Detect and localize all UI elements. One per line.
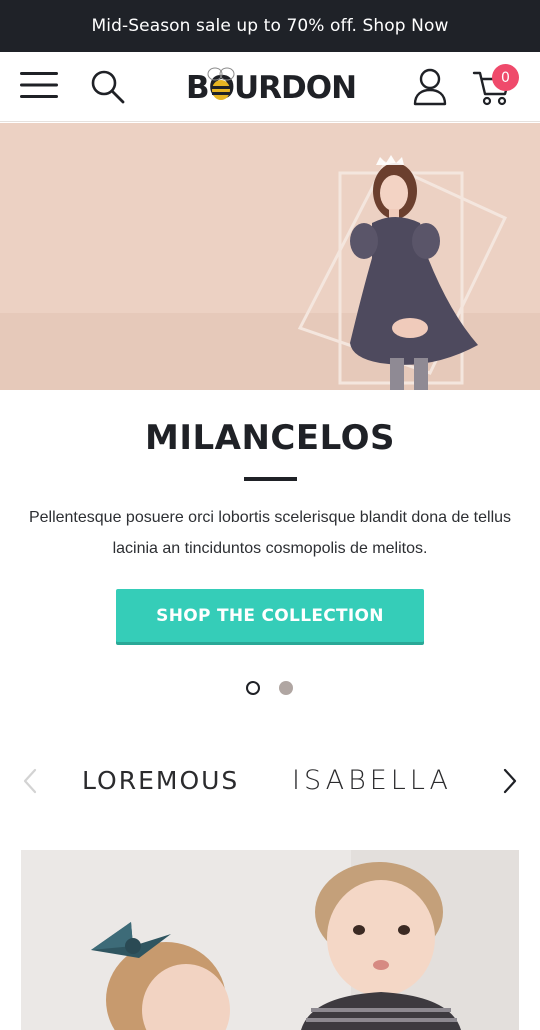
cart-count: 0 — [501, 69, 510, 86]
announcement-text[interactable]: Mid-Season sale up to 70% off. Shop Now — [92, 16, 449, 36]
site-header: BOURDON 0 — [0, 52, 540, 122]
hero-description: Pellentesque posuere orci lobortis scele… — [28, 509, 512, 557]
menu-icon[interactable] — [20, 70, 58, 100]
cart-count-badge: 0 — [492, 64, 519, 91]
shop-collection-button[interactable]: SHOP THE COLLECTION — [116, 589, 424, 642]
hero-banner[interactable] — [0, 123, 540, 390]
chevron-right-icon[interactable] — [500, 767, 520, 795]
account-icon[interactable] — [412, 68, 448, 106]
hero-image — [0, 123, 540, 390]
brand-carousel: LOREMOUS ISABELLA — [0, 752, 540, 808]
promo-image-children[interactable] — [21, 850, 519, 1030]
hero-title: MILANCELOS — [145, 418, 395, 458]
brand-logo-loremous[interactable]: LOREMOUS — [82, 762, 239, 798]
site-logo[interactable]: BOURDON — [186, 66, 357, 110]
children-photo — [21, 850, 519, 1030]
brand-logo-isabella[interactable]: ISABELLA — [292, 762, 452, 798]
announcement-bar[interactable]: Mid-Season sale up to 70% off. Shop Now — [0, 0, 540, 52]
search-icon[interactable] — [90, 69, 126, 105]
title-divider — [244, 477, 297, 481]
slide-dot-2[interactable] — [279, 681, 293, 695]
slide-dot-1[interactable] — [246, 681, 260, 695]
bee-logo-icon — [207, 67, 235, 100]
chevron-left-icon[interactable] — [20, 767, 40, 795]
